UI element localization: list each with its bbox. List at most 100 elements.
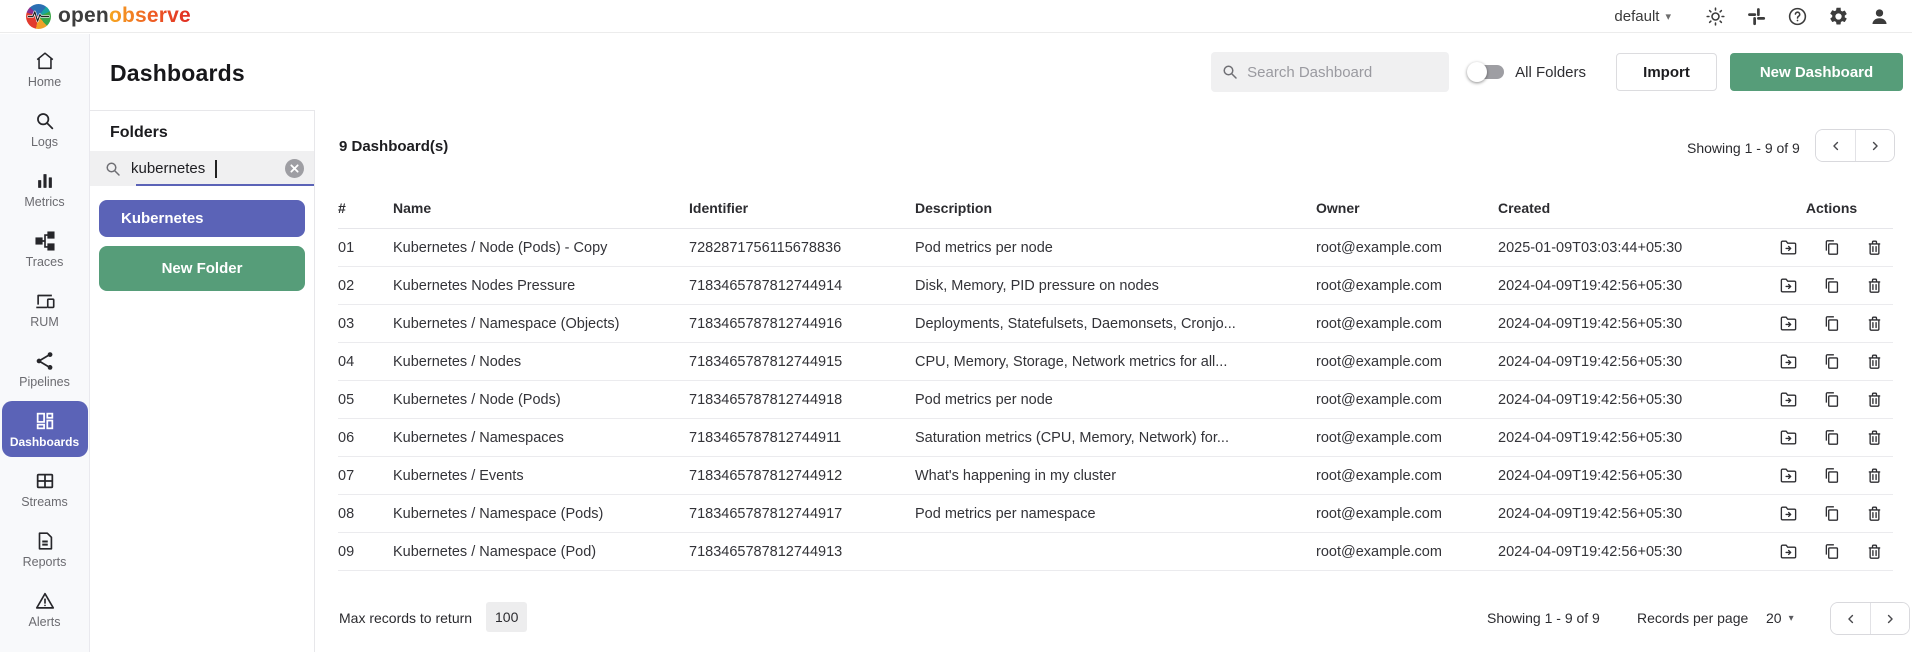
- duplicate-icon[interactable]: [1822, 238, 1842, 258]
- col-header-name: Name: [393, 200, 432, 216]
- delete-icon[interactable]: [1865, 542, 1885, 562]
- row-actions: [1770, 504, 1893, 524]
- account-icon[interactable]: [1868, 5, 1890, 27]
- search-icon: [1223, 65, 1237, 79]
- folders-heading: Folders: [110, 124, 168, 141]
- duplicate-icon[interactable]: [1822, 352, 1842, 372]
- all-folders-toggle[interactable]: [1467, 61, 1505, 83]
- share-icon: [36, 351, 52, 370]
- search-icon: [36, 112, 53, 129]
- sidebar-item-traces[interactable]: Traces: [1, 219, 89, 279]
- table-row[interactable]: 09 Kubernetes / Namespace (Pod) 71834657…: [338, 533, 1893, 571]
- table-row[interactable]: 05 Kubernetes / Node (Pods) 718346578781…: [338, 381, 1893, 419]
- dashboard-search-input[interactable]: [1247, 63, 1440, 81]
- folder-search-value: kubernetes: [131, 160, 206, 177]
- move-to-folder-icon[interactable]: [1779, 390, 1799, 410]
- cell-name: Kubernetes / Nodes: [393, 353, 522, 370]
- cell-num: 05: [338, 391, 355, 408]
- move-to-folder-icon[interactable]: [1779, 466, 1799, 486]
- row-actions: [1770, 542, 1893, 562]
- delete-icon[interactable]: [1865, 238, 1885, 258]
- sidebar-item-home[interactable]: Home: [1, 39, 89, 99]
- brand-logo[interactable]: openobserve: [0, 3, 191, 29]
- prev-page-button[interactable]: [1816, 130, 1855, 161]
- folder-search-input[interactable]: kubernetes: [90, 151, 314, 186]
- dashboard-icon: [36, 412, 53, 429]
- sidebar-item-metrics[interactable]: Metrics: [1, 159, 89, 219]
- table-row[interactable]: 01 Kubernetes / Node (Pods) - Copy 72828…: [338, 229, 1893, 267]
- table-body: 01 Kubernetes / Node (Pods) - Copy 72828…: [338, 229, 1893, 571]
- table-row[interactable]: 03 Kubernetes / Namespace (Objects) 7183…: [338, 305, 1893, 343]
- move-to-folder-icon[interactable]: [1779, 428, 1799, 448]
- table-footer: Max records to return 100 Showing 1 - 9 …: [338, 602, 1912, 636]
- table-row[interactable]: 08 Kubernetes / Namespace (Pods) 7183465…: [338, 495, 1893, 533]
- move-to-folder-icon[interactable]: [1779, 504, 1799, 524]
- max-records-label: Max records to return: [339, 610, 473, 626]
- duplicate-icon[interactable]: [1822, 504, 1842, 524]
- table-row[interactable]: 02 Kubernetes Nodes Pressure 71834657878…: [338, 267, 1893, 305]
- sidebar-nav: Home Logs Metrics Traces RUM Pipelines D…: [0, 34, 90, 652]
- org-selector-value: default: [1614, 7, 1660, 25]
- help-icon[interactable]: [1786, 5, 1808, 27]
- sidebar-item-pipelines[interactable]: Pipelines: [1, 339, 89, 399]
- row-actions: [1770, 466, 1893, 486]
- sidebar-item-rum[interactable]: RUM: [1, 279, 89, 339]
- cell-name: Kubernetes Nodes Pressure: [393, 277, 576, 294]
- dashboard-search[interactable]: [1211, 52, 1450, 92]
- table-row[interactable]: 06 Kubernetes / Namespaces 7183465787812…: [338, 419, 1893, 457]
- move-to-folder-icon[interactable]: [1779, 542, 1799, 562]
- delete-icon[interactable]: [1865, 466, 1885, 486]
- max-records-input[interactable]: 100: [486, 602, 528, 632]
- next-page-button[interactable]: [1870, 603, 1909, 634]
- cell-description: Saturation metrics (CPU, Memory, Network…: [915, 429, 1229, 446]
- move-to-folder-icon[interactable]: [1779, 276, 1799, 296]
- records-per-page-select[interactable]: 20 ▾: [1766, 610, 1794, 626]
- duplicate-icon[interactable]: [1822, 314, 1842, 334]
- new-folder-button[interactable]: New Folder: [99, 246, 305, 291]
- delete-icon[interactable]: [1865, 504, 1885, 524]
- delete-icon[interactable]: [1865, 390, 1885, 410]
- move-to-folder-icon[interactable]: [1779, 314, 1799, 334]
- cell-created: 2024-04-09T19:42:56+05:30: [1498, 315, 1683, 332]
- settings-gear-icon[interactable]: [1827, 5, 1849, 27]
- pagination-bottom: [1830, 602, 1910, 635]
- folder-item-kubernetes[interactable]: Kubernetes: [99, 200, 305, 237]
- import-button[interactable]: Import: [1616, 53, 1717, 91]
- bar-chart-icon: [37, 173, 52, 188]
- document-icon: [38, 531, 52, 550]
- prev-page-button[interactable]: [1831, 603, 1870, 634]
- dashboard-count: 9 Dashboard(s): [339, 138, 449, 155]
- sidebar-item-reports[interactable]: Reports: [1, 519, 89, 579]
- sidebar-item-dashboards[interactable]: Dashboards: [1, 401, 88, 457]
- folders-panel: Folders kubernetes Kubernetes New Folder: [90, 110, 315, 652]
- theme-toggle-icon[interactable]: [1704, 5, 1726, 27]
- move-to-folder-icon[interactable]: [1779, 352, 1799, 372]
- cell-identifier: 7183465787812744915: [689, 353, 843, 370]
- delete-icon[interactable]: [1865, 428, 1885, 448]
- org-selector[interactable]: default ▾: [1614, 8, 1671, 25]
- duplicate-icon[interactable]: [1822, 542, 1842, 562]
- delete-icon[interactable]: [1865, 276, 1885, 296]
- sidebar-item-alerts[interactable]: Alerts: [1, 579, 89, 639]
- duplicate-icon[interactable]: [1822, 466, 1842, 486]
- cell-description: Pod metrics per node: [915, 391, 1053, 408]
- duplicate-icon[interactable]: [1822, 276, 1842, 296]
- move-to-folder-icon[interactable]: [1779, 238, 1799, 258]
- clear-search-icon[interactable]: [285, 159, 304, 178]
- cell-created: 2024-04-09T19:42:56+05:30: [1498, 467, 1683, 484]
- delete-icon[interactable]: [1865, 314, 1885, 334]
- sidebar-item-streams[interactable]: Streams: [1, 459, 89, 519]
- table-row[interactable]: 07 Kubernetes / Events 71834657878127449…: [338, 457, 1893, 495]
- table-row[interactable]: 04 Kubernetes / Nodes 718346578781274491…: [338, 343, 1893, 381]
- delete-icon[interactable]: [1865, 352, 1885, 372]
- cell-created: 2024-04-09T19:42:56+05:30: [1498, 353, 1683, 370]
- next-page-button[interactable]: [1855, 130, 1894, 161]
- duplicate-icon[interactable]: [1822, 428, 1842, 448]
- slack-icon[interactable]: [1745, 5, 1767, 27]
- new-dashboard-button[interactable]: New Dashboard: [1730, 53, 1903, 91]
- cell-created: 2024-04-09T19:42:56+05:30: [1498, 429, 1683, 446]
- warning-icon: [35, 592, 54, 609]
- duplicate-icon[interactable]: [1822, 390, 1842, 410]
- sidebar-item-logs[interactable]: Logs: [1, 99, 89, 159]
- cell-owner: root@example.com: [1316, 467, 1442, 484]
